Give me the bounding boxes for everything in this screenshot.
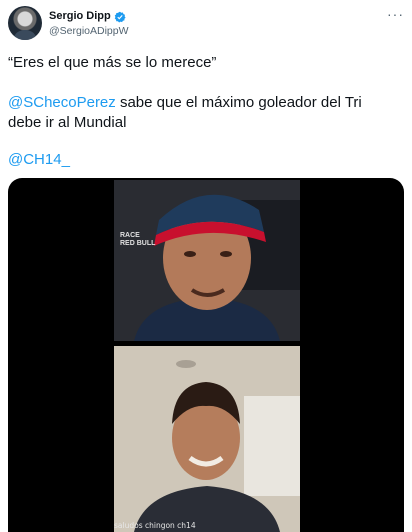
tweet-text-line-1: “Eres el que más se lo merece” xyxy=(8,54,217,71)
sponsor-text: RACE RED BULL xyxy=(120,232,156,247)
video-caption: saludos chingon ch14 xyxy=(114,521,196,530)
more-options-icon[interactable]: ··· xyxy=(387,6,404,22)
author-handle[interactable]: @SergioADippW xyxy=(49,25,129,37)
mention-link[interactable]: @SChecoPerez xyxy=(8,94,116,111)
tweet-text-segment: sabe que el máximo goleador del Tri xyxy=(115,94,362,111)
video-frame-bottom: saludos chingon ch14 xyxy=(114,346,300,532)
avatar[interactable] xyxy=(8,6,42,40)
tweet-text-line-4: @CH14_ xyxy=(8,149,404,170)
person-top-illustration xyxy=(114,180,300,341)
tweet-text-line-3: debe ir al Mundial xyxy=(8,114,127,131)
mention-link[interactable]: @CH14_ xyxy=(8,151,70,168)
author-name-text[interactable]: Sergio Dipp xyxy=(49,10,111,23)
video-frame-top: RACE RED BULL xyxy=(114,180,300,341)
verified-badge-icon xyxy=(114,11,126,22)
video-media[interactable]: RACE RED BULL saludos chingon ch14 xyxy=(8,178,404,532)
person-bottom-illustration xyxy=(114,346,300,532)
author-name[interactable]: Sergio Dipp xyxy=(49,10,126,23)
tweet-text-line-2: @SChecoPerez sabe que el máximo goleador… xyxy=(8,92,404,113)
tweet-header: Sergio Dipp @SergioADippW ··· xyxy=(0,0,412,48)
